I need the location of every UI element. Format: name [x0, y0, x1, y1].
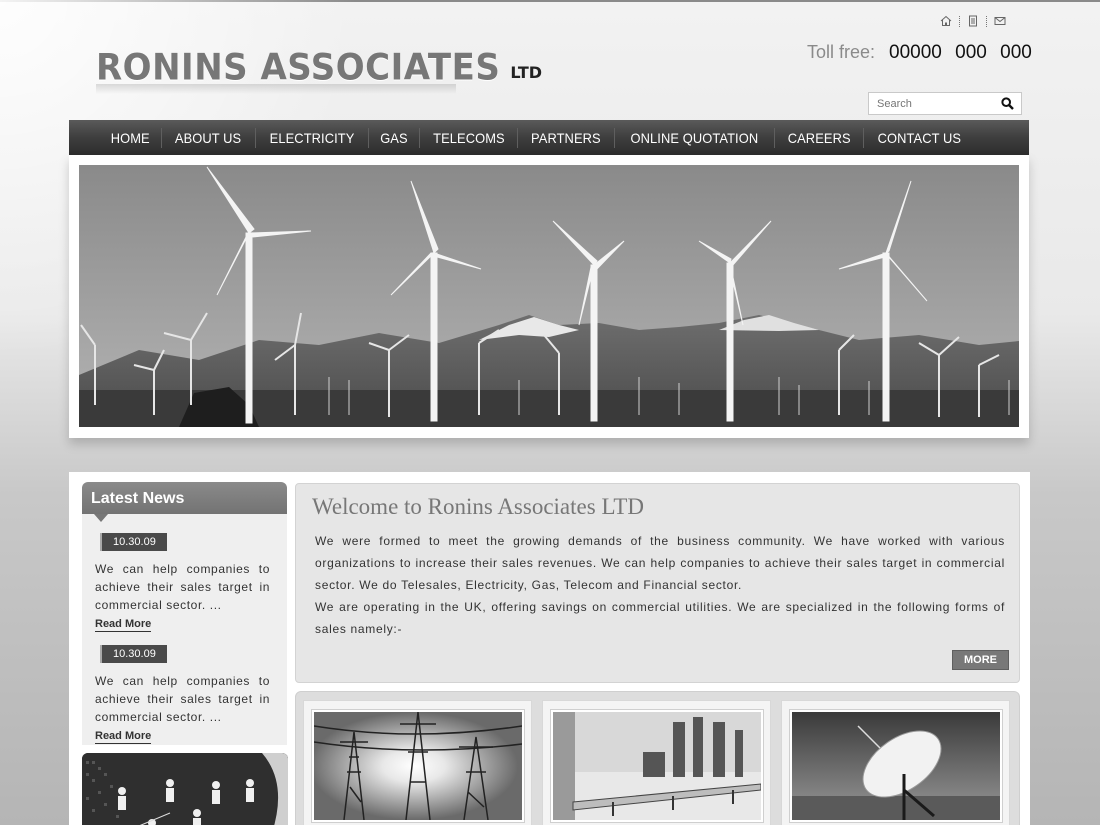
- welcome-paragraph-2: We are operating in the UK, offering sav…: [315, 600, 1005, 636]
- site-logo[interactable]: RONINS ASSOCIATES LTD: [96, 46, 543, 90]
- toll-free-label: Toll free:: [807, 42, 876, 62]
- nav-online-quotation[interactable]: ONLINE QUOTATION: [621, 130, 767, 146]
- more-button[interactable]: MORE: [952, 650, 1009, 670]
- nav-about-us[interactable]: ABOUT US: [166, 130, 251, 146]
- power-lines-image: [311, 709, 525, 823]
- heading-notch: [94, 514, 108, 522]
- top-utility-icons: [938, 13, 1008, 29]
- latest-news-panel: Latest News 10.30.09 We can help compani…: [82, 482, 287, 745]
- gallery-card-power-lines[interactable]: [303, 700, 532, 825]
- welcome-body: We were formed to meet the growing deman…: [315, 530, 1005, 640]
- search-box: [868, 92, 1022, 115]
- logo-main-text: RONINS ASSOCIATES: [96, 46, 501, 90]
- logo-reflection: [96, 84, 456, 94]
- main-nav: HOME ABOUT US ELECTRICITY GAS TELECOMS P…: [69, 120, 1029, 155]
- nav-divider: [517, 127, 519, 148]
- news-text: We can help companies to achieve their s…: [95, 562, 270, 612]
- nav-partners[interactable]: PARTNERS: [522, 130, 610, 146]
- gas-plant-image: [550, 709, 764, 823]
- gallery-card-satellite[interactable]: [781, 700, 1010, 825]
- nav-divider: [773, 127, 775, 148]
- wind-farm-image: [79, 165, 1019, 427]
- nav-contact-us[interactable]: CONTACT US: [869, 130, 971, 146]
- welcome-paragraph-1: We were formed to meet the growing deman…: [315, 534, 1005, 592]
- services-gallery: [295, 691, 1020, 825]
- toll-free-number: 00000 000 000: [889, 42, 1032, 63]
- gallery-card-gas-plant[interactable]: [542, 700, 771, 825]
- welcome-panel: Welcome to Ronins Associates LTD We were…: [295, 483, 1020, 683]
- latest-news-title: Latest News: [91, 490, 185, 507]
- welcome-title: Welcome to Ronins Associates LTD: [312, 494, 645, 519]
- icon-separator: [986, 15, 987, 27]
- mail-icon[interactable]: [992, 13, 1008, 29]
- logo-sub-text: LTD: [510, 63, 543, 82]
- nav-divider: [418, 127, 420, 148]
- nav-careers[interactable]: CAREERS: [778, 130, 859, 146]
- nav-electricity[interactable]: ELECTRICITY: [260, 130, 363, 146]
- toll-free: Toll free: 00000 000 000: [807, 42, 1032, 64]
- nav-divider: [614, 127, 616, 148]
- icon-separator: [959, 15, 960, 27]
- nav-telecoms[interactable]: TELECOMS: [423, 130, 513, 146]
- main-content: Latest News 10.30.09 We can help compani…: [69, 472, 1030, 825]
- nav-gas[interactable]: GAS: [371, 130, 417, 146]
- news-item: 10.30.09 We can help companies to achiev…: [82, 644, 287, 744]
- nav-divider: [863, 127, 865, 148]
- nav-divider: [161, 127, 163, 148]
- hero-banner: [69, 155, 1029, 438]
- people-network-banner[interactable]: [82, 753, 288, 825]
- top-border: [0, 0, 1100, 2]
- latest-news-heading: Latest News: [82, 482, 287, 522]
- satellite-dish-image: [789, 709, 1003, 823]
- news-text: We can help companies to achieve their s…: [95, 674, 270, 724]
- sitemap-icon[interactable]: [965, 13, 981, 29]
- search-icon[interactable]: [1001, 97, 1014, 115]
- nav-divider: [254, 127, 256, 148]
- read-more-link[interactable]: Read More: [95, 618, 152, 632]
- read-more-link[interactable]: Read More: [95, 730, 152, 744]
- nav-divider: [367, 127, 369, 148]
- news-item: 10.30.09 We can help companies to achiev…: [82, 532, 287, 632]
- home-icon[interactable]: [938, 13, 954, 29]
- news-date: 10.30.09: [100, 645, 167, 663]
- search-input[interactable]: [869, 97, 989, 110]
- nav-home[interactable]: HOME: [101, 130, 158, 146]
- news-date: 10.30.09: [100, 533, 167, 551]
- news-list: 10.30.09 We can help companies to achiev…: [82, 514, 287, 745]
